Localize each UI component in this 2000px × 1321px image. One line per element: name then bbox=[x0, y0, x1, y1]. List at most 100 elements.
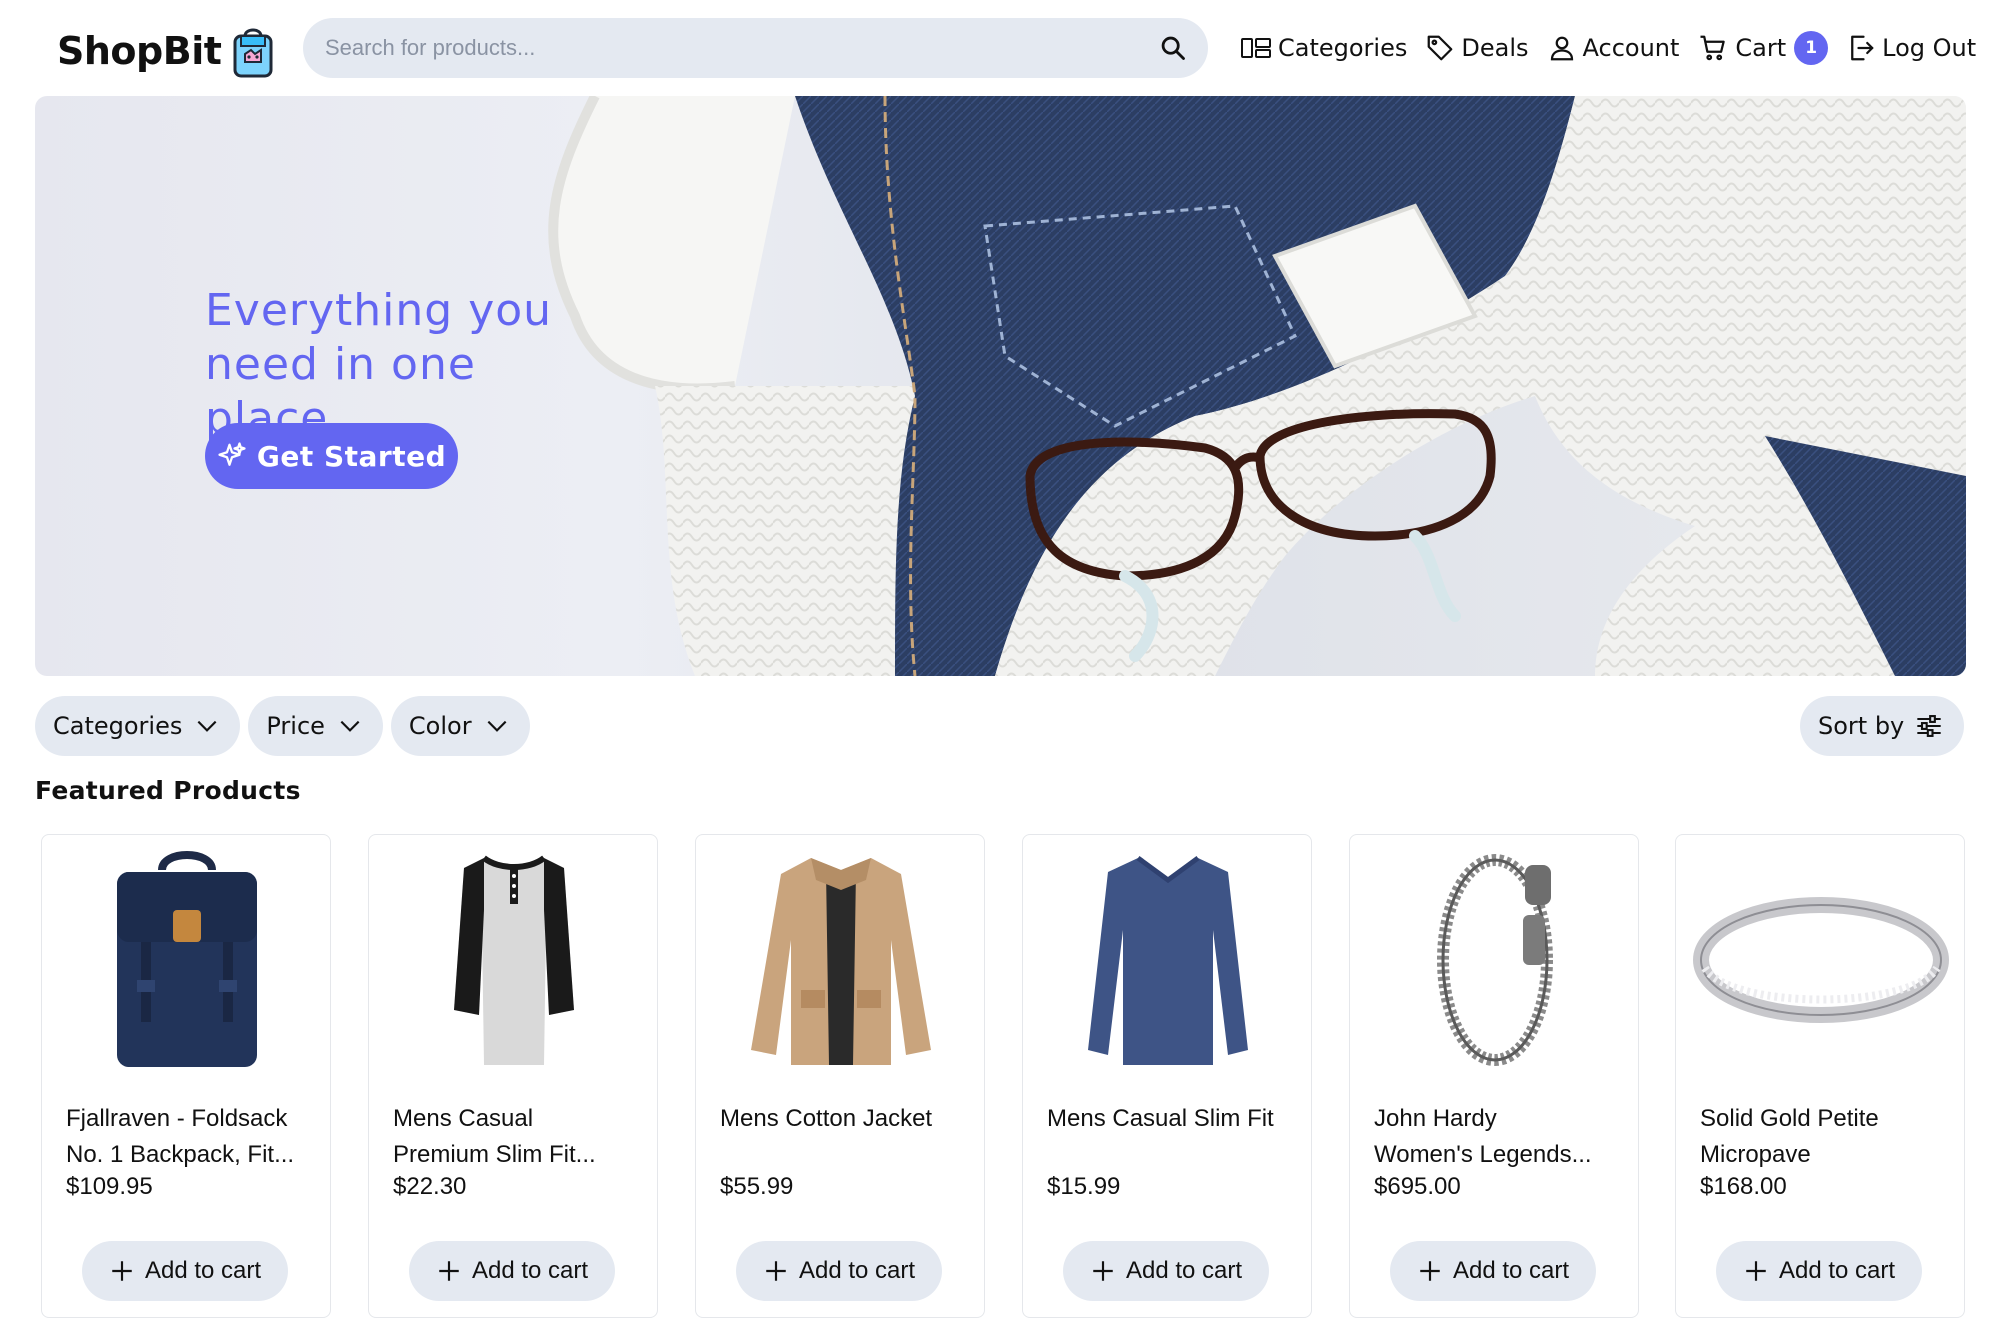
nav-logout-label: Log Out bbox=[1882, 34, 1977, 62]
add-to-cart-label: Add to cart bbox=[1778, 1257, 1896, 1284]
sliders-icon bbox=[1917, 715, 1941, 737]
filter-color[interactable]: Color bbox=[390, 696, 530, 756]
add-to-cart-button[interactable]: Add to cart bbox=[1716, 1241, 1922, 1301]
cart-count-badge: 1 bbox=[1794, 31, 1829, 65]
product-image[interactable] bbox=[1365, 845, 1625, 1075]
product-price: $109.95 bbox=[66, 1173, 153, 1200]
add-to-cart-button[interactable]: Add to cart bbox=[82, 1241, 288, 1301]
filter-color-label: Color bbox=[408, 712, 472, 740]
product-name-line2: Women's Legends... bbox=[1374, 1141, 1592, 1168]
product-price: $22.30 bbox=[393, 1173, 467, 1200]
product-price: $15.99 bbox=[1047, 1173, 1121, 1200]
search-button[interactable] bbox=[1156, 31, 1190, 65]
product-name-line1: Fjallraven - Foldsack bbox=[66, 1105, 288, 1132]
nav-categories-label: Categories bbox=[1278, 34, 1408, 62]
filter-categories[interactable]: Categories bbox=[35, 696, 241, 756]
plus-icon bbox=[766, 1261, 786, 1281]
raglan-shirt-image bbox=[454, 855, 574, 1065]
filter-price[interactable]: Price bbox=[248, 696, 383, 756]
product-name-line1: Mens Casual Slim Fit bbox=[1047, 1105, 1274, 1132]
add-to-cart-label: Add to cart bbox=[1125, 1257, 1243, 1284]
shopping-bag-logo-icon bbox=[233, 28, 273, 78]
product-card[interactable]: Mens Cotton Jacket $55.99 Add to cart bbox=[695, 834, 985, 1318]
sort-by-label: Sort by bbox=[1818, 712, 1905, 740]
nav-logout[interactable]: Log Out bbox=[1846, 33, 1976, 63]
sort-by-button[interactable]: Sort by bbox=[1800, 696, 1964, 756]
header: ShopBit Categories Deals Account bbox=[0, 0, 2000, 96]
product-name-line1: Mens Casual bbox=[393, 1105, 534, 1132]
add-to-cart-button[interactable]: Add to cart bbox=[409, 1241, 615, 1301]
add-to-cart-button[interactable]: Add to cart bbox=[736, 1241, 942, 1301]
user-icon bbox=[1550, 36, 1573, 61]
logo-text: ShopBit bbox=[57, 29, 222, 73]
product-name[interactable]: Mens Casual Premium Slim Fit... bbox=[393, 1101, 643, 1173]
product-card[interactable]: Solid Gold Petite Micropave $168.00 Add … bbox=[1675, 834, 1965, 1318]
product-name-line2: Micropave bbox=[1700, 1141, 1811, 1168]
filter-categories-label: Categories bbox=[53, 712, 183, 740]
product-image[interactable] bbox=[711, 845, 971, 1075]
search-icon bbox=[1161, 36, 1185, 60]
hero-banner: Everything you need in one place. Get St… bbox=[35, 96, 1966, 676]
add-to-cart-label: Add to cart bbox=[1452, 1257, 1570, 1284]
hero-title-line1: Everything you bbox=[205, 285, 553, 336]
plus-icon bbox=[1746, 1261, 1766, 1281]
bracelet-image bbox=[1437, 854, 1553, 1066]
product-name-line2: No. 1 Backpack, Fit... bbox=[66, 1141, 295, 1168]
chevron-down-icon bbox=[197, 720, 217, 732]
chevron-down-icon bbox=[487, 720, 507, 732]
product-price: $695.00 bbox=[1374, 1173, 1461, 1200]
product-name-line2: Premium Slim Fit... bbox=[393, 1141, 596, 1168]
add-to-cart-button[interactable]: Add to cart bbox=[1390, 1241, 1596, 1301]
product-image[interactable] bbox=[384, 845, 644, 1075]
product-name[interactable]: Solid Gold Petite Micropave bbox=[1700, 1101, 1950, 1173]
filter-bar: Categories Price Color bbox=[35, 696, 538, 756]
product-name[interactable]: Fjallraven - Foldsack No. 1 Backpack, Fi… bbox=[66, 1101, 316, 1173]
product-name[interactable]: Mens Cotton Jacket bbox=[720, 1101, 970, 1137]
add-to-cart-label: Add to cart bbox=[798, 1257, 916, 1284]
product-name-line1: John Hardy bbox=[1374, 1105, 1497, 1132]
nav-cart-label: Cart bbox=[1735, 34, 1787, 62]
cotton-jacket-image bbox=[751, 858, 931, 1065]
product-image[interactable] bbox=[1691, 845, 1951, 1075]
nav-account[interactable]: Account bbox=[1547, 33, 1680, 63]
categories-icon bbox=[1241, 38, 1271, 58]
product-name[interactable]: Mens Casual Slim Fit bbox=[1047, 1101, 1297, 1137]
plus-icon bbox=[1093, 1261, 1113, 1281]
filter-price-label: Price bbox=[266, 712, 325, 740]
plus-icon bbox=[439, 1261, 459, 1281]
product-card[interactable]: John Hardy Women's Legends... $695.00 Ad… bbox=[1349, 834, 1639, 1318]
get-started-button[interactable]: Get Started bbox=[205, 423, 458, 489]
product-image[interactable] bbox=[1038, 845, 1298, 1075]
nav-categories[interactable]: Categories bbox=[1240, 34, 1407, 62]
product-image[interactable] bbox=[57, 845, 317, 1075]
plus-icon bbox=[112, 1261, 132, 1281]
add-to-cart-button[interactable]: Add to cart bbox=[1063, 1241, 1269, 1301]
product-price: $168.00 bbox=[1700, 1173, 1787, 1200]
plus-icon bbox=[1420, 1261, 1440, 1281]
product-card[interactable]: Fjallraven - Foldsack No. 1 Backpack, Fi… bbox=[41, 834, 331, 1318]
search-input[interactable] bbox=[325, 18, 1125, 78]
search-bar bbox=[303, 18, 1208, 78]
logo[interactable]: ShopBit bbox=[57, 24, 275, 78]
nav-deals[interactable]: Deals bbox=[1425, 33, 1529, 63]
cart-icon bbox=[1700, 35, 1726, 61]
product-name-line1: Solid Gold Petite bbox=[1700, 1105, 1879, 1132]
logout-icon bbox=[1851, 35, 1874, 61]
backpack-image bbox=[117, 851, 257, 1067]
product-grid: Fjallraven - Foldsack No. 1 Backpack, Fi… bbox=[41, 834, 1965, 1318]
product-card[interactable]: Mens Casual Slim Fit $15.99 Add to cart bbox=[1022, 834, 1312, 1318]
product-card[interactable]: Mens Casual Premium Slim Fit... $22.30 A… bbox=[368, 834, 658, 1318]
nav-deals-label: Deals bbox=[1461, 34, 1529, 62]
sparkles-icon bbox=[218, 442, 246, 466]
main-nav: Categories Deals Account Cart 1 Log Out bbox=[1240, 24, 1976, 72]
hero-title: Everything you need in one place. bbox=[205, 284, 625, 446]
slim-fit-shirt-image bbox=[1088, 855, 1248, 1065]
product-name[interactable]: John Hardy Women's Legends... bbox=[1374, 1101, 1624, 1173]
product-price: $55.99 bbox=[720, 1173, 794, 1200]
get-started-label: Get Started bbox=[256, 439, 447, 473]
add-to-cart-label: Add to cart bbox=[144, 1257, 262, 1284]
chevron-down-icon bbox=[340, 720, 360, 732]
tag-icon bbox=[1428, 35, 1453, 61]
nav-account-label: Account bbox=[1582, 34, 1680, 62]
nav-cart[interactable]: Cart 1 bbox=[1697, 31, 1829, 65]
